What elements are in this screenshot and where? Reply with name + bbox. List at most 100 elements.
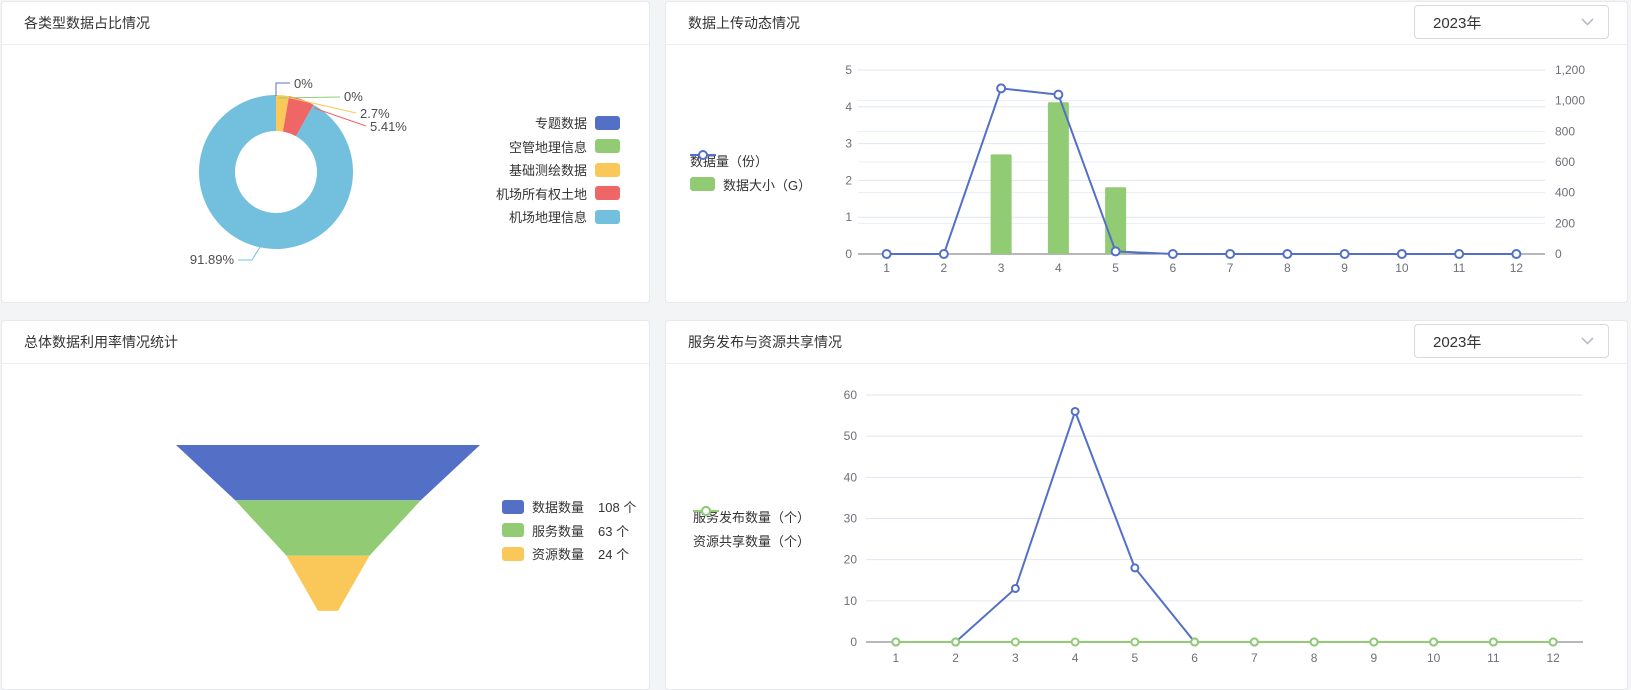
svg-text:20: 20 — [844, 553, 858, 567]
legend-item-数据数量[interactable]: 数据数量108 个 — [502, 495, 636, 519]
svg-text:12: 12 — [1546, 651, 1560, 665]
panel-header: 数据上传动态情况 2023年 — [666, 2, 1627, 45]
legend-swatch — [595, 116, 620, 130]
svg-text:40: 40 — [844, 470, 858, 484]
dual-line-chart: 0102030405060123456789101112 — [666, 364, 1627, 689]
svg-text:5.41%: 5.41% — [370, 119, 407, 134]
svg-text:11: 11 — [1453, 261, 1466, 275]
chevron-down-icon — [1581, 337, 1594, 345]
svg-text:11: 11 — [1487, 651, 1500, 665]
legend-value: 24 个 — [598, 544, 629, 563]
svg-text:8: 8 — [1284, 261, 1291, 275]
svg-text:1: 1 — [845, 210, 852, 224]
svg-text:2: 2 — [952, 651, 959, 665]
legend-swatch — [690, 177, 715, 191]
svg-text:0%: 0% — [294, 76, 313, 91]
svg-text:1,200: 1,200 — [1555, 63, 1585, 77]
year-select-value: 2023年 — [1433, 331, 1581, 352]
year-select[interactable]: 2023年 — [1414, 5, 1609, 39]
svg-text:60: 60 — [844, 388, 858, 402]
legend-label: 服务数量 — [532, 521, 584, 540]
year-select[interactable]: 2023年 — [1414, 324, 1609, 358]
legend-item-基础测绘数据[interactable]: 基础测绘数据 — [496, 158, 620, 182]
svg-text:0: 0 — [1555, 247, 1562, 261]
pie-chart-area: 0%0%2.7%5.41%91.89% 专题数据空管地理信息基础测绘数据机场所有… — [2, 45, 649, 302]
svg-text:4: 4 — [1072, 651, 1079, 665]
lines-chart-area: 0102030405060123456789101112 服务发布数量（个）资源… — [666, 364, 1627, 689]
funnel-legend: 数据数量108 个服务数量 63 个资源数量 24 个 — [502, 495, 636, 566]
svg-text:9: 9 — [1341, 261, 1348, 275]
svg-text:1: 1 — [883, 261, 890, 275]
legend-swatch — [502, 547, 524, 561]
legend-swatch — [502, 523, 524, 537]
combo-legend: 数据量（份） 数据大小（G） — [690, 149, 811, 196]
svg-text:5: 5 — [845, 63, 852, 77]
svg-text:5: 5 — [1132, 651, 1139, 665]
panel-utilization: 总体数据利用率情况统计 数据数量108 个服务数量 63 个资源数量 24 个 — [1, 320, 650, 690]
panel-service-share: 服务发布与资源共享情况 2023年 0102030405060123456789… — [665, 320, 1628, 690]
year-select-value: 2023年 — [1433, 12, 1581, 33]
svg-text:10: 10 — [1427, 651, 1441, 665]
svg-text:30: 30 — [844, 512, 858, 526]
legend-swatch — [595, 210, 620, 224]
panel-type-share: 各类型数据占比情况 0%0%2.7%5.41%91.89% 专题数据空管地理信息… — [1, 1, 650, 303]
svg-text:3: 3 — [998, 261, 1005, 275]
legend-item-专题数据[interactable]: 专题数据 — [496, 111, 620, 135]
chevron-down-icon — [1581, 18, 1594, 26]
line-series-icon — [690, 149, 716, 161]
legend-item-机场所有权土地[interactable]: 机场所有权土地 — [496, 182, 620, 206]
legend-label: 资源共享数量（个） — [693, 531, 810, 550]
svg-text:4: 4 — [845, 100, 852, 114]
combo-chart-area: 01234502004006008001,0001,20012345678910… — [666, 45, 1627, 302]
svg-text:4: 4 — [1055, 261, 1062, 275]
svg-text:8: 8 — [1311, 651, 1318, 665]
legend-swatch — [502, 500, 524, 514]
legend-swatch — [595, 163, 620, 177]
legend-item-bar[interactable]: 数据大小（G） — [690, 173, 811, 197]
svg-text:2: 2 — [845, 173, 852, 187]
panel-upload-dynamics: 数据上传动态情况 2023年 01234502004006008001,0001… — [665, 1, 1628, 303]
svg-text:1,000: 1,000 — [1555, 94, 1585, 108]
svg-text:800: 800 — [1555, 124, 1575, 138]
svg-text:2: 2 — [941, 261, 948, 275]
svg-text:7: 7 — [1227, 261, 1234, 275]
legend-label: 数据大小（G） — [723, 175, 811, 194]
panel-header: 服务发布与资源共享情况 2023年 — [666, 321, 1627, 364]
svg-text:200: 200 — [1555, 216, 1575, 230]
line-series-icon — [693, 505, 719, 517]
lines-legend: 服务发布数量（个）资源共享数量（个） — [693, 505, 810, 552]
svg-text:1: 1 — [893, 651, 900, 665]
panel-header: 各类型数据占比情况 — [2, 2, 649, 45]
legend-label: 专题数据 — [535, 113, 587, 132]
legend-label: 基础测绘数据 — [509, 160, 587, 179]
svg-text:0: 0 — [845, 247, 852, 261]
svg-text:3: 3 — [1012, 651, 1019, 665]
legend-item-机场地理信息[interactable]: 机场地理信息 — [496, 205, 620, 229]
funnel-chart-area: 数据数量108 个服务数量 63 个资源数量 24 个 — [2, 364, 649, 689]
legend-label: 机场地理信息 — [509, 207, 587, 226]
legend-item-空管地理信息[interactable]: 空管地理信息 — [496, 135, 620, 159]
svg-text:5: 5 — [1112, 261, 1119, 275]
legend-swatch — [595, 139, 620, 153]
legend-swatch — [595, 186, 620, 200]
svg-text:12: 12 — [1510, 261, 1524, 275]
legend-label: 机场所有权土地 — [496, 184, 587, 203]
svg-text:10: 10 — [1395, 261, 1409, 275]
svg-text:6: 6 — [1170, 261, 1177, 275]
legend-item-资源共享数量（个）[interactable]: 资源共享数量（个） — [693, 529, 810, 553]
panel-title: 各类型数据占比情况 — [2, 2, 649, 45]
svg-text:6: 6 — [1191, 651, 1198, 665]
legend-item-服务数量[interactable]: 服务数量 63 个 — [502, 519, 636, 543]
svg-text:9: 9 — [1371, 651, 1378, 665]
svg-text:0%: 0% — [344, 89, 363, 104]
legend-label: 数据数量 — [532, 497, 584, 516]
legend-value: 63 个 — [598, 521, 629, 540]
legend-label: 资源数量 — [532, 544, 584, 563]
svg-text:50: 50 — [844, 429, 858, 443]
svg-text:400: 400 — [1555, 186, 1575, 200]
svg-text:0: 0 — [850, 635, 857, 649]
legend-item-资源数量[interactable]: 资源数量 24 个 — [502, 542, 636, 566]
legend-item-line[interactable]: 数据量（份） — [690, 149, 811, 173]
svg-text:91.89%: 91.89% — [190, 252, 235, 267]
panel-title: 总体数据利用率情况统计 — [2, 321, 649, 364]
